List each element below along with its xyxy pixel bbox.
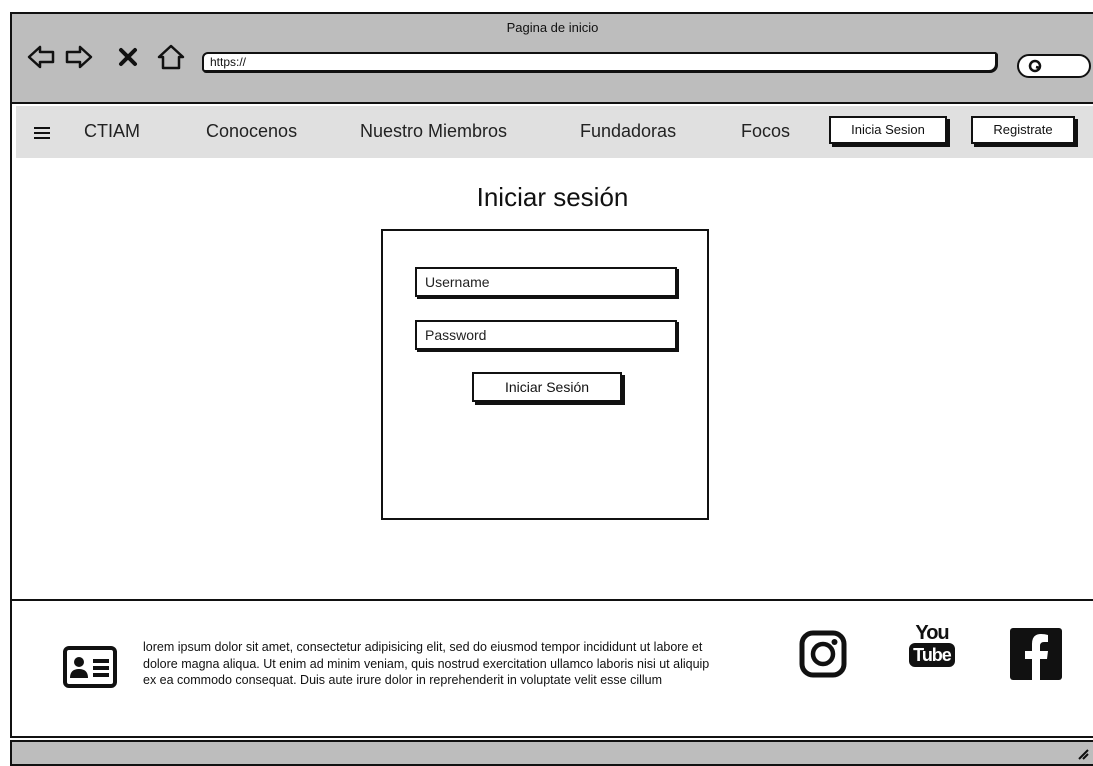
login-nav-button[interactable]: Inicia Sesion <box>829 116 947 144</box>
page-title: Iniciar sesión <box>476 182 629 212</box>
forward-arrow-icon[interactable] <box>64 42 94 72</box>
close-x-icon[interactable] <box>116 42 140 72</box>
nav-item-focos[interactable]: Focos <box>741 121 790 142</box>
facebook-icon[interactable] <box>1010 628 1062 680</box>
login-submit-button[interactable]: Iniciar Sesión <box>472 372 622 402</box>
search-icon <box>1028 59 1042 73</box>
footer: lorem ipsum dolor sit amet, consectetur … <box>12 599 1093 738</box>
browser-chrome: Pagina de inicio https:// <box>12 14 1093 104</box>
home-icon[interactable] <box>156 42 186 72</box>
hamburger-menu-icon[interactable] <box>34 126 50 140</box>
window-title: Pagina de inicio <box>506 20 599 35</box>
url-bar[interactable]: https:// <box>202 52 997 72</box>
nav-item-fundadoras[interactable]: Fundadoras <box>580 121 676 142</box>
youtube-logo-you: You <box>915 622 949 644</box>
nav-item-conocenos[interactable]: Conocenos <box>206 121 297 142</box>
browser-search-button[interactable] <box>1017 54 1091 78</box>
resize-grip-icon[interactable] <box>1077 748 1089 760</box>
contact-card-icon <box>63 646 117 688</box>
youtube-icon[interactable]: You Tube <box>907 623 957 667</box>
nav-brand[interactable]: CTIAM <box>84 121 140 142</box>
username-input[interactable] <box>415 267 677 297</box>
nav-menu-bar: CTIAM Conocenos Nuestro Miembros Fundado… <box>16 106 1093 158</box>
browser-window: Pagina de inicio https:// CTIAM Conoceno… <box>10 12 1093 738</box>
nav-item-miembros[interactable]: Nuestro Miembros <box>360 121 507 142</box>
footer-text: lorem ipsum dolor sit amet, consectetur … <box>143 640 710 687</box>
youtube-logo-tube: Tube <box>909 643 955 667</box>
back-arrow-icon[interactable] <box>26 42 56 72</box>
password-input[interactable] <box>415 320 677 350</box>
register-nav-button[interactable]: Registrate <box>971 116 1075 144</box>
instagram-icon[interactable] <box>798 629 848 679</box>
login-form: Iniciar Sesión <box>381 229 709 520</box>
browser-status-bar <box>10 740 1093 766</box>
